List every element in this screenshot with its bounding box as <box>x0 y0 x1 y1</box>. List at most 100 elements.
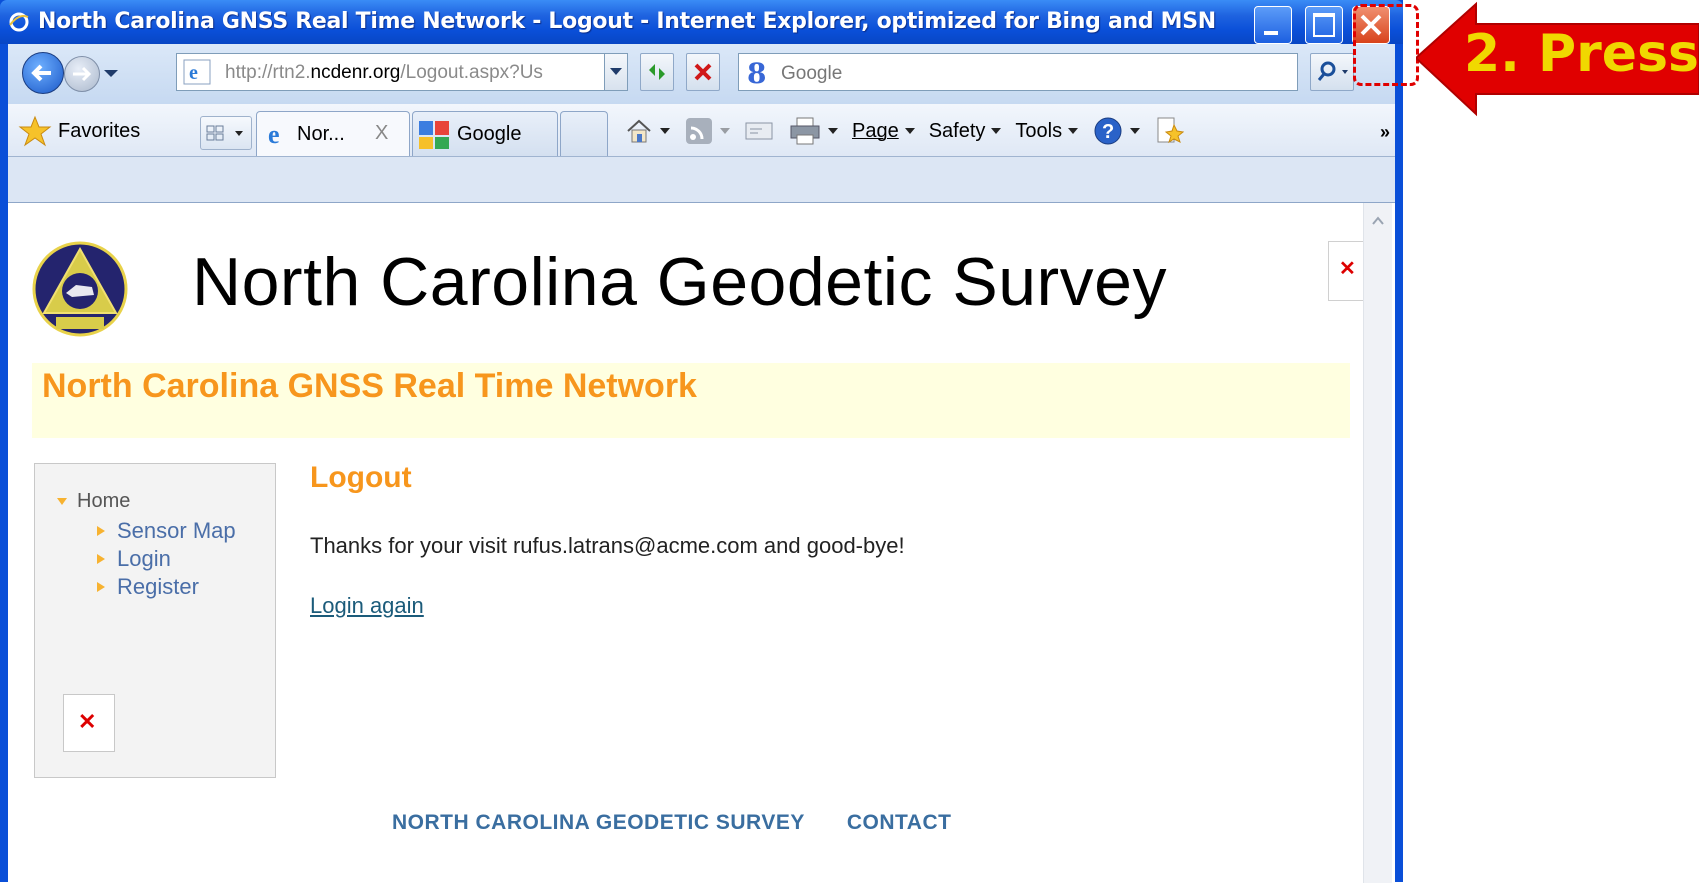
callout-text: 2. Press <box>1464 24 1699 84</box>
toolbar-overflow-button[interactable]: » <box>1380 122 1390 143</box>
chevron-down-icon <box>720 128 730 134</box>
window-title: North Carolina GNSS Real Time Network - … <box>38 9 1216 34</box>
mail-icon <box>745 122 773 140</box>
favorites-button[interactable]: Favorites <box>18 112 140 150</box>
search-placeholder: Google <box>781 63 843 84</box>
home-button[interactable] <box>624 116 670 146</box>
research-icon <box>1157 117 1185 144</box>
ie-tab-icon: e <box>268 121 280 147</box>
address-dropdown[interactable] <box>604 54 627 90</box>
page-menu-label: Page <box>852 119 899 142</box>
page-heading: Logout <box>310 461 412 494</box>
magnifier-icon <box>1317 61 1348 81</box>
forward-arrow-icon <box>73 66 92 82</box>
help-button[interactable]: ? <box>1092 115 1141 147</box>
scroll-up-icon[interactable] <box>1368 211 1388 231</box>
sidebar-item-label: Home <box>77 490 131 512</box>
quick-tabs-icon <box>206 125 243 141</box>
site-subtitle-band: North Carolina GNSS Real Time Network <box>32 363 1350 438</box>
tools-menu[interactable]: Tools <box>1015 120 1079 143</box>
chevron-down-icon <box>991 128 1002 134</box>
feeds-button[interactable] <box>684 116 730 146</box>
printer-icon <box>790 117 820 145</box>
browser-window: North Carolina GNSS Real Time Network - … <box>0 0 1403 883</box>
back-arrow-icon <box>31 64 51 82</box>
site-title: North Carolina Geodetic Survey <box>192 244 1168 320</box>
chevron-down-icon <box>828 128 838 134</box>
page-menu[interactable]: Page <box>852 120 915 143</box>
refresh-icon <box>649 64 665 80</box>
sidebar-item-sensor-map[interactable]: Sensor Map <box>97 518 236 544</box>
svg-text:?: ? <box>1102 121 1114 143</box>
sidebar-item-label: Login <box>117 546 171 571</box>
rss-icon <box>686 118 712 144</box>
read-mail-button[interactable] <box>744 119 774 143</box>
browser-chrome: e http://rtn2.ncdenr.org/Logout.aspx?Us … <box>8 44 1395 202</box>
tab-google[interactable]: Google <box>412 111 558 156</box>
vertical-scrollbar[interactable] <box>1363 203 1392 883</box>
tab-logout[interactable]: e Nor... X <box>256 111 410 156</box>
site-subtitle: North Carolina GNSS Real Time Network <box>42 367 697 405</box>
sidebar-item-login[interactable]: Login <box>97 546 171 572</box>
expand-triangle-icon <box>57 498 67 505</box>
bullet-triangle-icon <box>97 582 105 592</box>
sidebar-item-label: Sensor Map <box>117 518 236 543</box>
bullet-triangle-icon <box>97 554 105 564</box>
ie-page-icon: e <box>183 59 211 85</box>
page-viewport: North Carolina Geodetic Survey ✕ North C… <box>8 202 1395 883</box>
safety-menu-label: Safety <box>928 119 986 142</box>
address-domain: ncdenr.org <box>310 62 401 83</box>
navigation-bar: e http://rtn2.ncdenr.org/Logout.aspx?Us … <box>8 44 1395 104</box>
highlight-box <box>1353 4 1419 86</box>
sidebar-item-home[interactable]: Home <box>57 490 130 513</box>
command-bar: Page Safety Tools ? <box>624 112 1185 150</box>
broken-image-icon: ✕ <box>1328 241 1366 301</box>
chevron-down-icon <box>1130 128 1141 134</box>
search-box[interactable]: 8 Google <box>738 53 1298 91</box>
ie-icon <box>9 12 29 32</box>
stop-button[interactable] <box>686 53 720 91</box>
tab-close-icon[interactable]: X <box>375 122 388 145</box>
home-icon <box>627 119 651 143</box>
history-dropdown[interactable] <box>104 70 118 77</box>
sidebar: Home Sensor Map Login Register ✕ <box>34 463 276 778</box>
chevron-down-icon <box>904 128 915 134</box>
minimize-button[interactable] <box>1254 6 1292 44</box>
help-icon: ? <box>1094 117 1122 145</box>
stop-icon <box>694 63 712 81</box>
svg-text:e: e <box>189 62 198 84</box>
google-tab-icon <box>419 121 449 149</box>
back-button[interactable] <box>22 52 64 94</box>
svg-text:e: e <box>268 121 280 147</box>
refresh-button[interactable] <box>640 53 674 91</box>
logout-message: Thanks for your visit rufus.latrans@acme… <box>310 533 905 558</box>
title-bar: North Carolina GNSS Real Time Network - … <box>0 0 1403 44</box>
bullet-triangle-icon <box>97 526 105 536</box>
chevron-down-icon <box>1068 128 1079 134</box>
maximize-button[interactable] <box>1305 6 1343 44</box>
google-logo-icon: 8 <box>747 57 767 90</box>
geodetic-survey-logo <box>32 241 128 337</box>
address-prefix: http://rtn2. <box>225 62 311 83</box>
new-tab-button[interactable] <box>560 111 608 156</box>
chevron-down-icon <box>660 128 670 134</box>
safety-menu[interactable]: Safety <box>929 120 1002 143</box>
quick-tabs-button[interactable] <box>200 116 252 150</box>
tab-label: Google <box>457 123 522 145</box>
research-button[interactable] <box>1154 115 1185 147</box>
sidebar-item-register[interactable]: Register <box>97 574 199 600</box>
tab-label: Nor... <box>297 123 345 145</box>
address-bar[interactable]: e http://rtn2.ncdenr.org/Logout.aspx?Us <box>176 53 628 91</box>
footer-link-geodetic-survey[interactable]: NORTH CAROLINA GEODETIC SURVEY <box>392 811 805 835</box>
address-path: /Logout.aspx?Us <box>400 62 543 83</box>
star-icon <box>18 115 52 147</box>
footer-link-contact[interactable]: CONTACT <box>847 811 952 835</box>
address-text: http://rtn2.ncdenr.org/Logout.aspx?Us <box>225 62 585 84</box>
sidebar-item-label: Register <box>117 574 199 599</box>
login-again-link[interactable]: Login again <box>310 593 424 619</box>
favorites-bar: Favorites e Nor... X Google Page Safety … <box>8 104 1395 157</box>
search-button[interactable] <box>1310 53 1354 91</box>
forward-button[interactable] <box>64 56 100 92</box>
footer: NORTH CAROLINA GEODETIC SURVEY CONTACT <box>392 811 951 835</box>
print-button[interactable] <box>788 115 838 147</box>
